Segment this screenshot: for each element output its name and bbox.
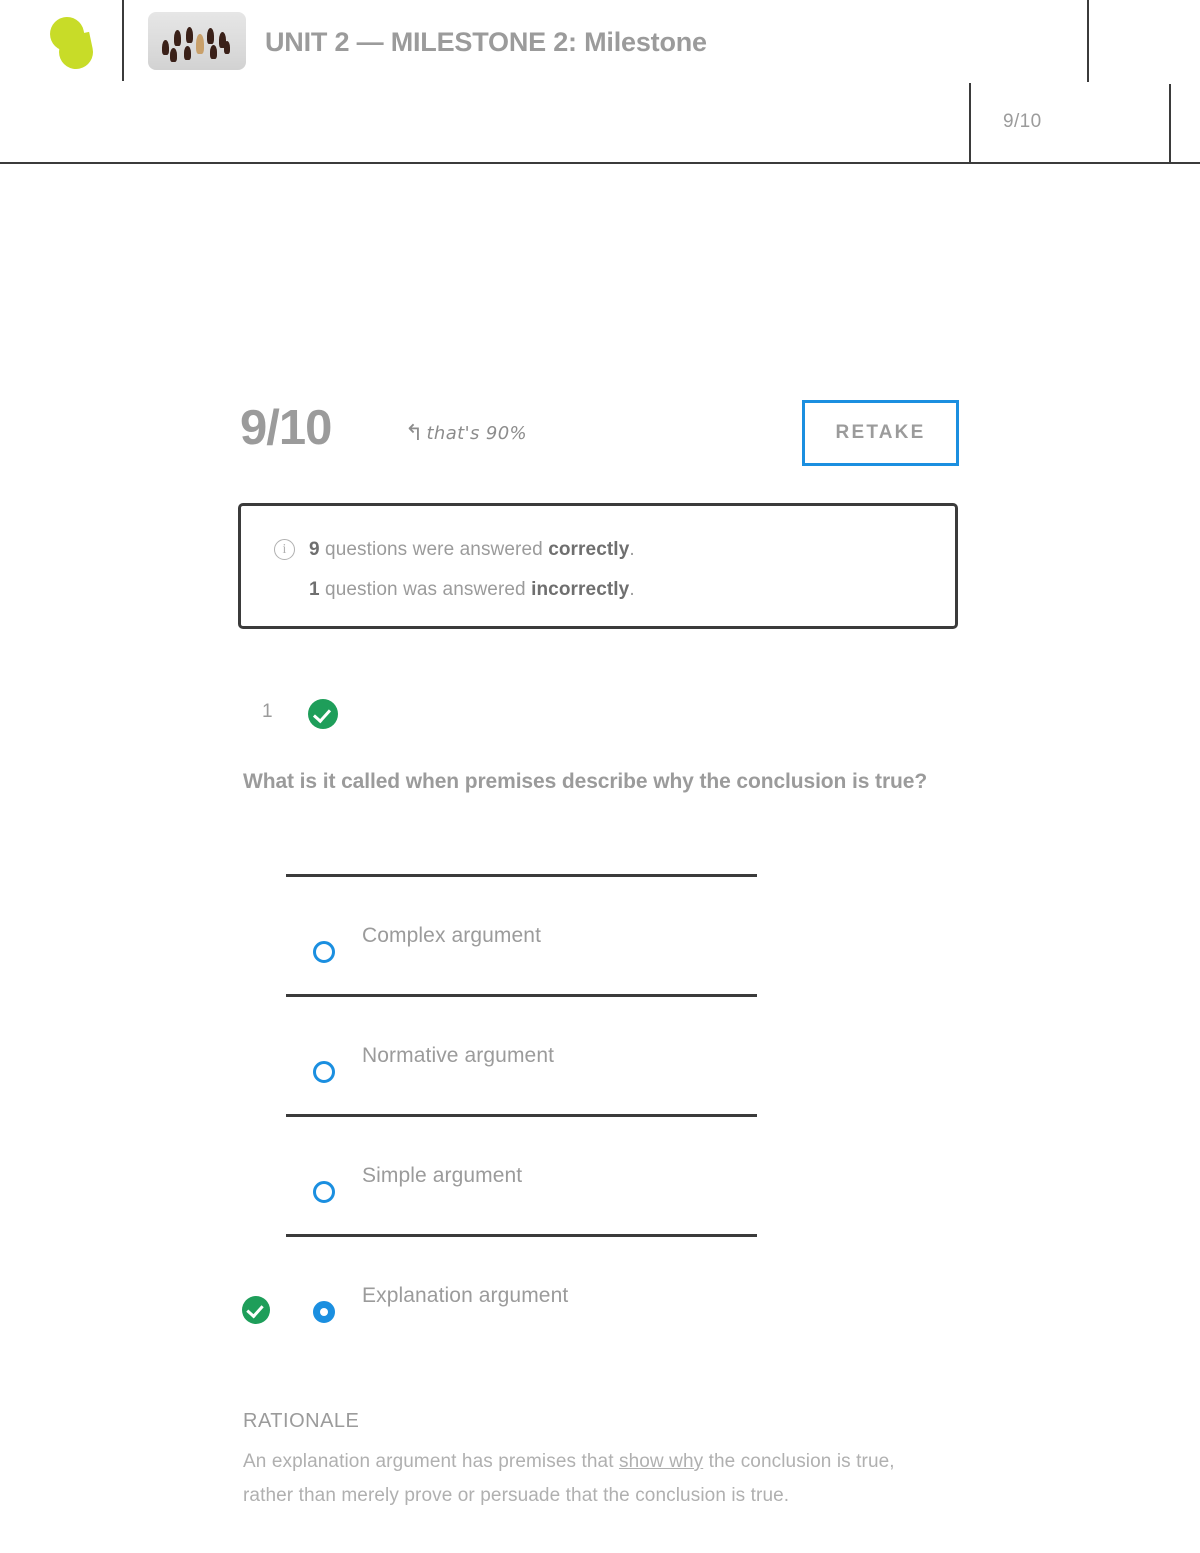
score-annotation: ↰ that's 90% [405,421,527,446]
answer-option[interactable]: Simple argument [0,1114,1200,1234]
option-correct-check-icon [242,1296,270,1324]
rationale-part-1: An explanation argument has premises tha… [243,1451,619,1472]
header-divider-left [122,0,124,81]
score-divider-right [1169,84,1171,163]
option-label: Explanation argument [362,1284,569,1307]
rationale-heading: RATIONALE [243,1410,360,1432]
correct-text-mid: questions were answered [319,539,549,560]
question-correct-check-icon [308,699,338,729]
header-score-badge: 9/10 [1003,111,1042,132]
option-separator [286,1234,757,1237]
sophia-leaf-logo-icon[interactable] [46,13,97,73]
incorrect-count: 1 [309,579,320,600]
question-number: 1 [262,701,273,722]
info-incorrect-line: 1 question was answered incorrectly. [309,579,635,601]
chess-pieces-thumbnail-icon [148,12,246,70]
option-label: Complex argument [362,924,542,947]
answer-option[interactable]: Normative argument [0,994,1200,1114]
correct-period: . [629,539,635,560]
retake-button[interactable]: RETAKE [802,400,959,466]
option-radio-normative-argument[interactable] [313,1061,335,1083]
score-divider-left [969,83,971,163]
incorrect-text-mid: question was answered [319,579,532,600]
option-separator [286,874,757,877]
score-value: 9/10 [240,401,332,455]
option-label: Normative argument [362,1044,555,1067]
info-circle-icon: i [274,539,295,560]
rationale-underlined-phrase: show why [618,1451,704,1472]
correct-emphasis: correctly [548,539,630,560]
page-title: UNIT 2 — MILESTONE 2: Milestone [265,27,707,57]
page-header: UNIT 2 — MILESTONE 2: Milestone 9/10 [0,0,1200,164]
option-separator [286,1114,757,1117]
option-label: Simple argument [362,1164,523,1187]
option-separator [286,994,757,997]
rationale-body: An explanation argument has premises tha… [243,1445,933,1513]
option-radio-complex-argument[interactable] [313,941,335,963]
option-radio-explanation-argument[interactable] [313,1301,335,1323]
answer-options-list: Complex argument Normative argument Simp… [0,874,1200,1354]
incorrect-emphasis: incorrectly [531,579,630,600]
answer-option-selected[interactable]: Explanation argument [0,1234,1200,1354]
question-text: What is it called when premises describe… [243,770,928,793]
correct-count: 9 [309,539,320,560]
incorrect-period: . [629,579,635,600]
results-info-box: i 9 questions were answered correctly. 1… [238,503,958,629]
results-main: 9/10 ↰ that's 90% RETAKE i 9 questions we… [0,164,1200,1553]
info-correct-line: 9 questions were answered correctly. [309,539,635,561]
annotation-text: that's 90% [426,423,528,444]
answer-option[interactable]: Complex argument [0,874,1200,994]
header-divider-top-right [1087,0,1089,82]
annotation-arrow-icon: ↰ [405,421,424,446]
score-summary-row: 9/10 ↰ that's 90% RETAKE [240,400,960,470]
option-radio-simple-argument[interactable] [313,1181,335,1203]
